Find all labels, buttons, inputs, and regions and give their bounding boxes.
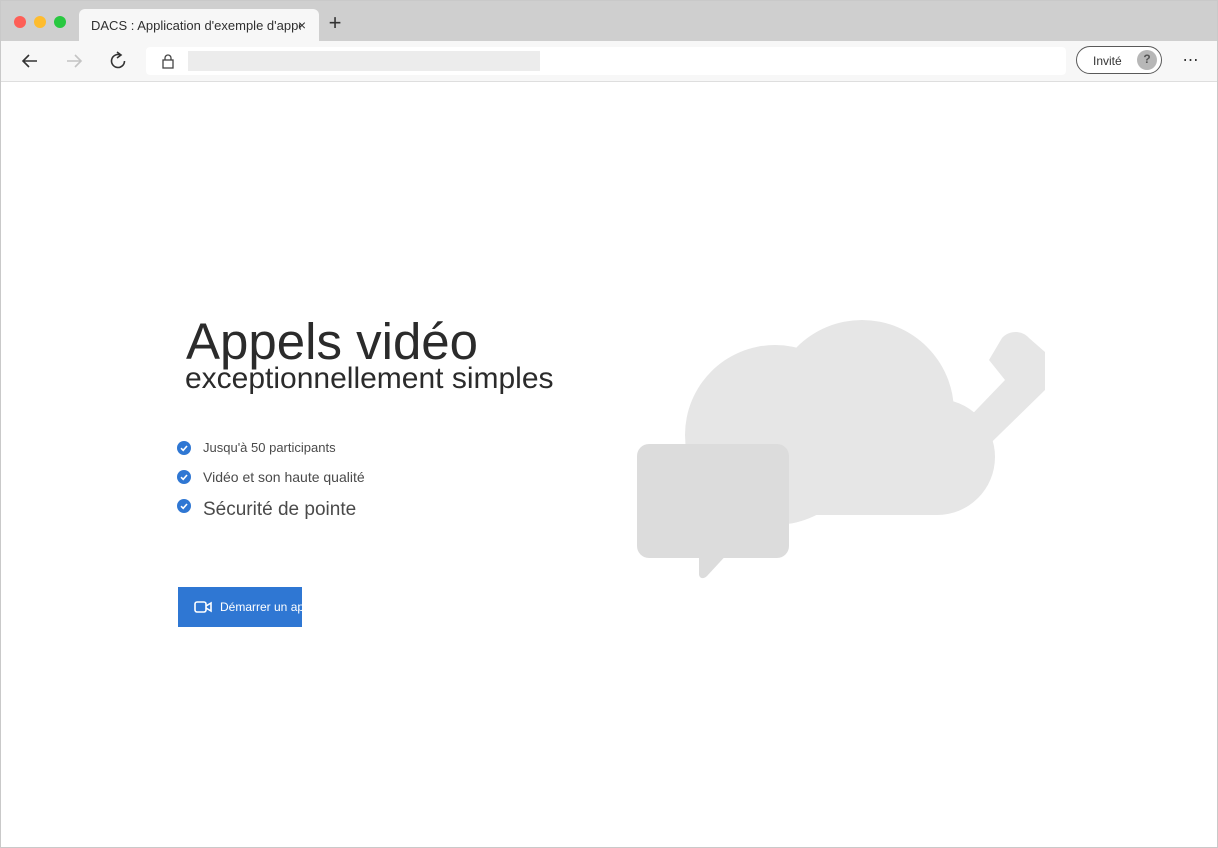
maximize-window-button[interactable] (54, 16, 66, 28)
page-title: Appels vidéo (186, 313, 479, 370)
minimize-window-button[interactable] (34, 16, 46, 28)
start-call-label: Démarrer un appel (220, 600, 302, 614)
avatar: ? (1137, 50, 1157, 70)
checkmark-icon (177, 441, 191, 455)
feature-label: Jusqu'à 50 participants (203, 440, 336, 455)
checkmark-icon (177, 499, 191, 513)
start-call-button[interactable]: Démarrer un appel (178, 587, 302, 627)
communication-illustration (637, 320, 1045, 579)
tab-dacs[interactable]: DACS : Application d'exemple d'appel × (79, 9, 319, 42)
new-tab-button[interactable]: + (325, 12, 345, 34)
feature-label: Sécurité de pointe (203, 499, 357, 520)
lock-icon (160, 53, 176, 69)
close-window-button[interactable] (14, 16, 26, 28)
page-content: Appels vidéo exceptionnellement simples … (1, 82, 1217, 847)
tab-close-icon[interactable]: × (295, 18, 309, 32)
guest-avatar-icon: ? (1143, 52, 1151, 66)
address-bar[interactable] (146, 47, 1066, 75)
page-subtitle: exceptionnellement simples (185, 362, 554, 395)
feature-label: Vidéo et son haute qualité (203, 469, 365, 485)
checkmark-icon (177, 470, 191, 484)
tab-title: DACS : Application d'exemple d'appel (91, 18, 301, 33)
more-options-icon[interactable]: ⋯ (1180, 50, 1202, 70)
back-arrow-icon[interactable] (18, 49, 42, 73)
profile-button[interactable]: Invité ? (1076, 46, 1162, 74)
browser-toolbar: Invité ? ⋯ (1, 41, 1217, 82)
browser-window: DACS : Application d'exemple d'appel × +… (0, 0, 1218, 848)
forward-arrow-icon[interactable] (62, 49, 86, 73)
profile-label: Invité (1093, 54, 1122, 68)
tab-strip: DACS : Application d'exemple d'appel × + (1, 1, 1217, 42)
video-camera-icon (194, 601, 212, 613)
reload-icon[interactable] (106, 49, 130, 73)
url-field[interactable] (188, 51, 540, 71)
